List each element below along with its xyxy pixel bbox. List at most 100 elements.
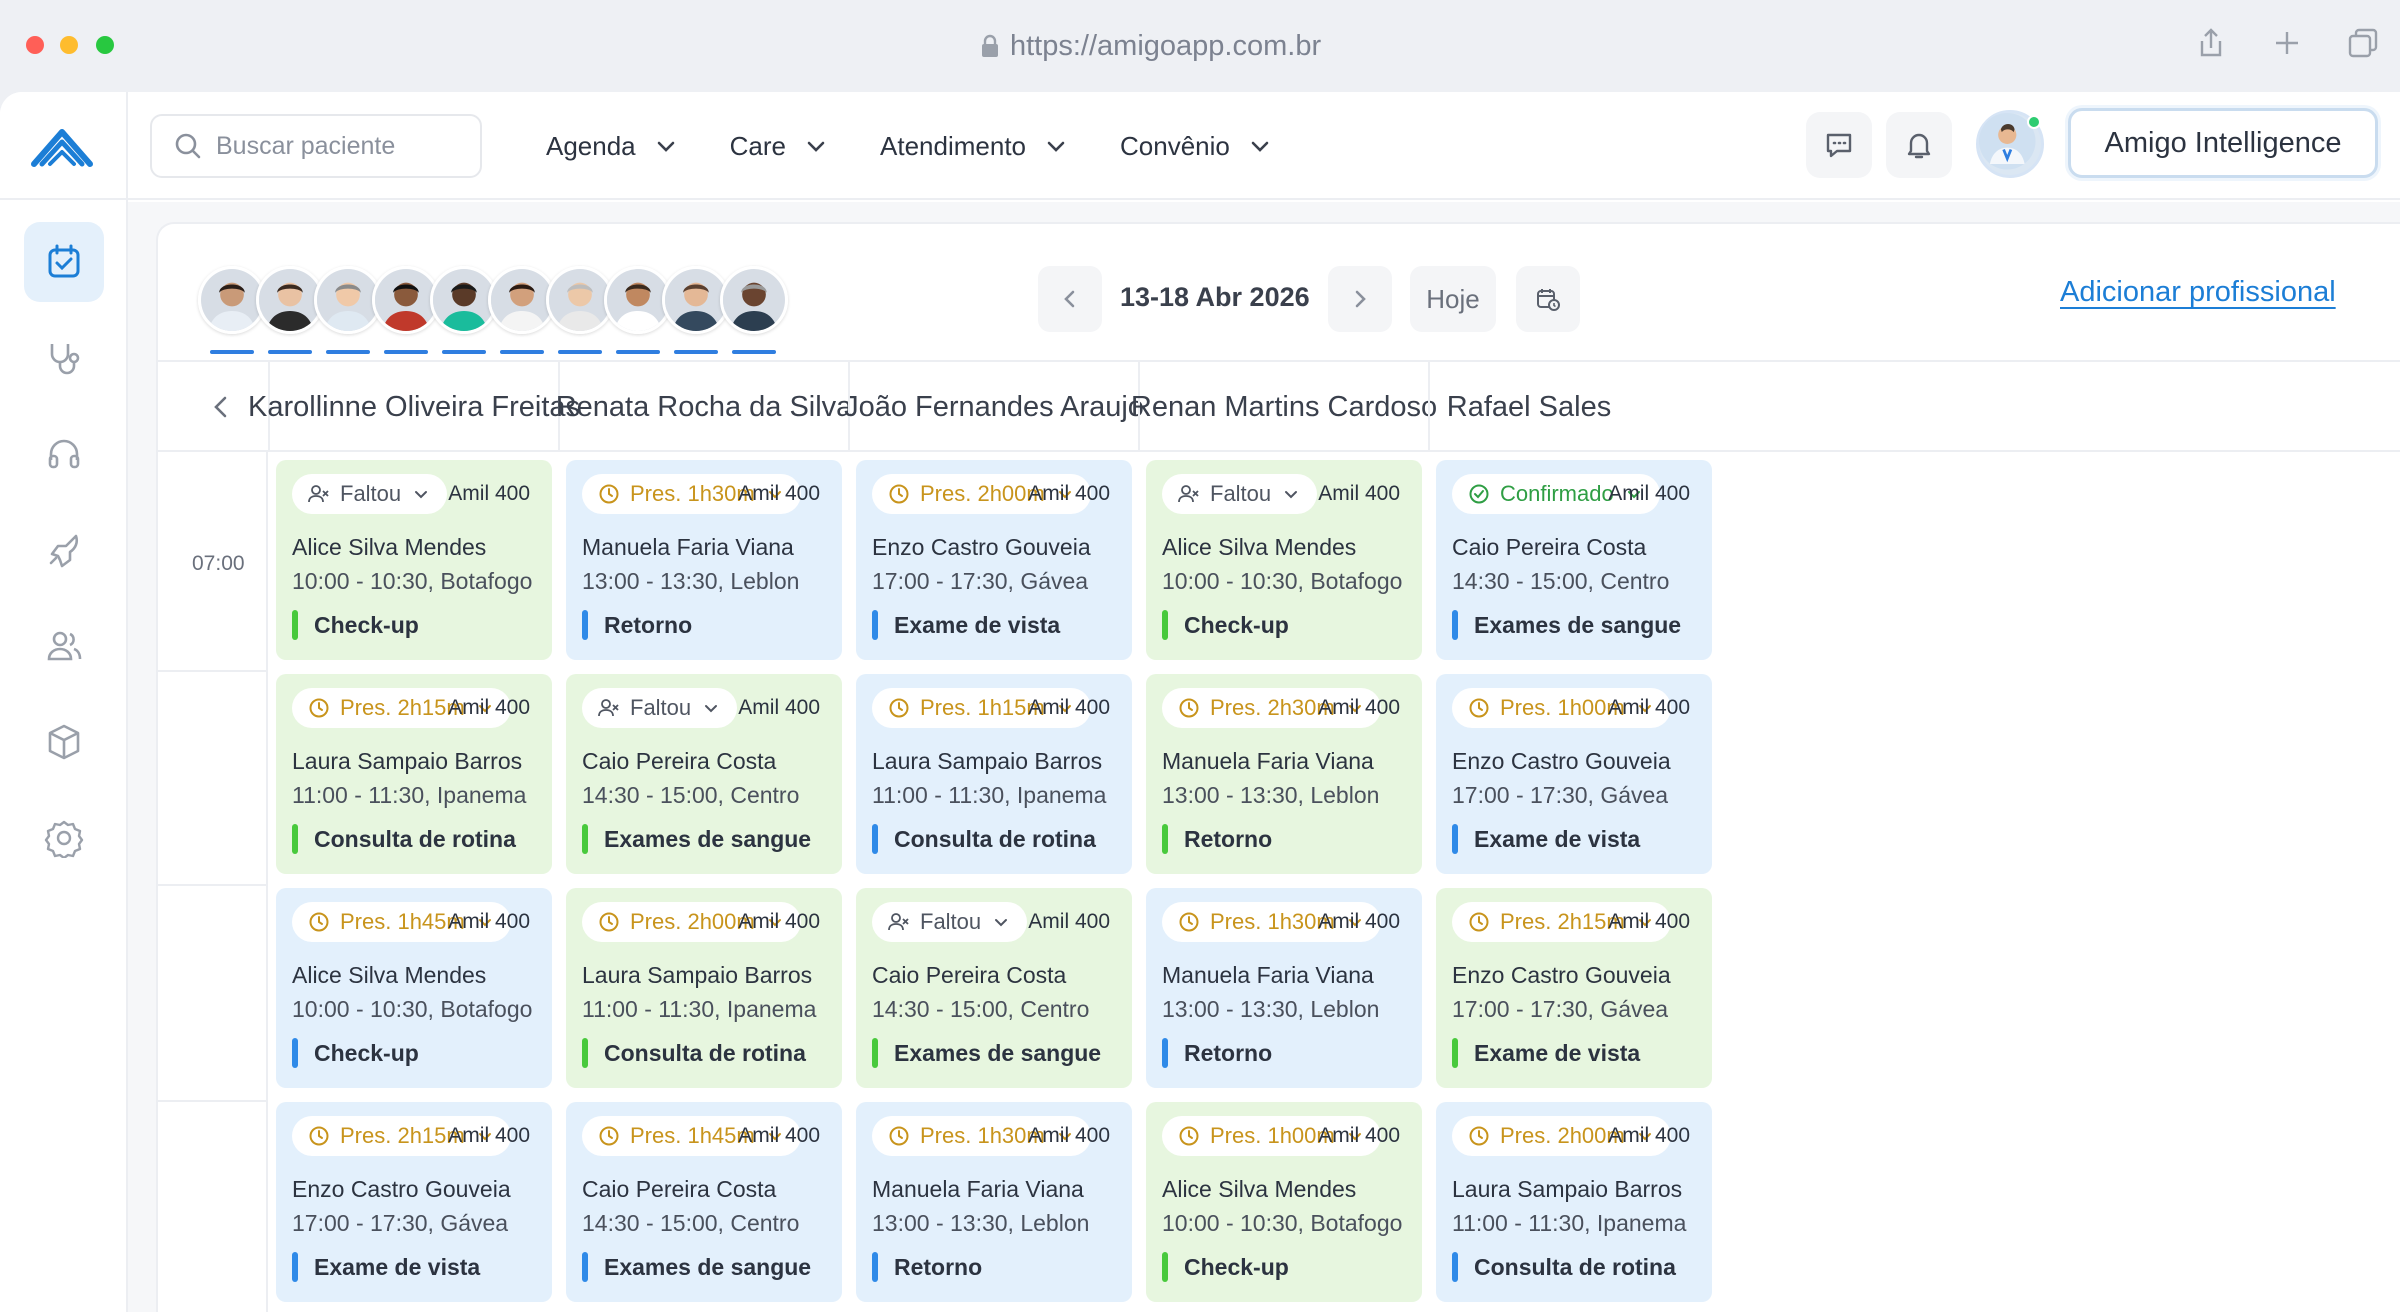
sidebar-item-marketing[interactable] bbox=[24, 510, 104, 590]
appointment-type: Consulta de rotina bbox=[292, 824, 516, 854]
maximize-window-button[interactable] bbox=[96, 36, 114, 54]
appointment-time: 14:30 - 15:00, Centro bbox=[582, 1210, 800, 1236]
appointment-card[interactable]: Pres. 1h15m Amil 400 Laura Sampaio Barros 1… bbox=[856, 674, 1132, 874]
insurance-plan: Amil 400 bbox=[1028, 696, 1110, 719]
type-indicator-bar bbox=[582, 1038, 588, 1068]
appointment-type: Exame de vista bbox=[872, 610, 1060, 640]
user-x-icon bbox=[308, 485, 329, 503]
appointment-type-label: Check-up bbox=[1184, 1253, 1289, 1280]
patient-name: Alice Silva Mendes bbox=[1162, 1176, 1357, 1202]
user-avatar[interactable] bbox=[1976, 110, 2044, 178]
tabs-icon[interactable] bbox=[2346, 26, 2380, 60]
chevron-left-icon[interactable] bbox=[208, 394, 234, 420]
appointment-card[interactable]: Faltou Amil 400 Alice Silva Mendes 10:00 - … bbox=[1146, 460, 1422, 660]
patient-name: Laura Sampaio Barros bbox=[582, 962, 813, 988]
appointment-time: 17:00 - 17:30, Gávea bbox=[1452, 782, 1669, 808]
amigo-intelligence-button[interactable]: Amigo Intelligence bbox=[2068, 108, 2378, 178]
nav-agenda[interactable]: Agenda bbox=[546, 122, 678, 170]
appointment-card[interactable]: Pres. 1h30m Amil 400 Manuela Faria Viana 13… bbox=[566, 460, 842, 660]
close-window-button[interactable] bbox=[26, 36, 44, 54]
browser-chrome: https://amigoapp.com.br bbox=[0, 0, 2400, 92]
appointment-type-label: Check-up bbox=[1184, 611, 1289, 638]
users-icon bbox=[47, 631, 82, 661]
appointment-card[interactable]: Faltou Amil 400 Alice Silva Mendes 10:00 - … bbox=[276, 460, 552, 660]
appointment-time: 13:00 - 13:30, Leblon bbox=[582, 568, 800, 594]
previous-week-button[interactable] bbox=[1038, 266, 1102, 332]
appointment-card[interactable]: Pres. 1h30m Amil 400 Manuela Faria Viana 13… bbox=[856, 1102, 1132, 1302]
appointment-card[interactable]: Pres. 2h15m Amil 400 Enzo Castro Gouveia 17… bbox=[1436, 888, 1712, 1088]
share-icon[interactable] bbox=[2194, 26, 2228, 60]
professional-avatar[interactable] bbox=[720, 266, 788, 334]
nav-convenio[interactable]: Convênio bbox=[1120, 122, 1272, 170]
appointment-card[interactable]: Faltou Amil 400 Caio Pereira Costa 14:30 - … bbox=[856, 888, 1132, 1088]
appointment-card[interactable]: Pres. 2h00m Amil 400 Laura Sampaio Barros 1… bbox=[1436, 1102, 1712, 1302]
professional-active-indicator bbox=[616, 350, 660, 354]
appointment-type-label: Retorno bbox=[1184, 1039, 1273, 1066]
professional-column-header[interactable]: Rafael Sales bbox=[1428, 362, 1628, 452]
appointment-card[interactable]: Pres. 2h15m Amil 400 Laura Sampaio Barros 1… bbox=[276, 674, 552, 874]
nav-label: Care bbox=[729, 130, 787, 161]
user-x-icon bbox=[888, 913, 909, 931]
status-label: Pres. 2h00m bbox=[920, 481, 1045, 506]
appointment-card[interactable]: Pres. 1h45m Amil 400 Alice Silva Mendes 10:… bbox=[276, 888, 552, 1088]
appointment-card[interactable]: Pres. 1h45m Amil 400 Caio Pereira Costa 14:… bbox=[566, 1102, 842, 1302]
professional-column-header[interactable]: Karollinne Oliveira Freitas bbox=[248, 362, 580, 452]
date-range-label: 13-18 Abr 2026 bbox=[1120, 282, 1310, 312]
appointment-card[interactable]: Faltou Amil 400 Caio Pereira Costa 14:30 - … bbox=[566, 674, 842, 874]
appointment-card[interactable]: Pres. 2h15m Amil 400 Enzo Castro Gouveia 17… bbox=[276, 1102, 552, 1302]
nav-atendimento[interactable]: Atendimento bbox=[880, 122, 1068, 170]
next-week-button[interactable] bbox=[1328, 266, 1392, 332]
professional-active-indicator bbox=[442, 350, 486, 354]
sidebar-item-care[interactable] bbox=[24, 318, 104, 398]
status-dropdown[interactable]: Faltou bbox=[292, 474, 448, 514]
chevron-down-icon bbox=[1251, 141, 1269, 152]
appointment-card[interactable]: Pres. 2h00m Amil 400 Laura Sampaio Barros 1… bbox=[566, 888, 842, 1088]
status-dropdown[interactable]: Faltou bbox=[582, 688, 738, 728]
type-indicator-bar bbox=[292, 1038, 298, 1068]
address-bar[interactable]: https://amigoapp.com.br bbox=[980, 28, 1321, 64]
chevron-down-icon bbox=[1047, 141, 1065, 152]
app-window: Agenda Care Atendimento Convênio bbox=[0, 92, 2400, 1312]
professional-column-header[interactable]: Renan Martins Cardoso bbox=[1131, 362, 1437, 452]
status-dropdown[interactable]: Faltou bbox=[872, 902, 1028, 942]
messages-button[interactable] bbox=[1806, 112, 1872, 178]
chevron-down-icon bbox=[657, 141, 674, 152]
appointment-card[interactable]: Confirmado Amil 400 Caio Pereira Costa 14:3… bbox=[1436, 460, 1712, 660]
sidebar-item-estoque[interactable] bbox=[24, 702, 104, 782]
new-tab-icon[interactable] bbox=[2270, 26, 2304, 60]
search-box[interactable] bbox=[150, 114, 482, 178]
calendar-picker-button[interactable] bbox=[1516, 266, 1580, 332]
appointment-card[interactable]: Pres. 1h30m Amil 400 Manuela Faria Viana 13… bbox=[1146, 888, 1422, 1088]
status-label: Pres. 2h15m bbox=[1500, 909, 1625, 934]
today-button[interactable]: Hoje bbox=[1410, 266, 1496, 332]
appointment-card[interactable]: Pres. 1h00m Amil 400 Enzo Castro Gouveia 17… bbox=[1436, 674, 1712, 874]
search-input[interactable] bbox=[216, 131, 476, 161]
appointment-time: 11:00 - 11:30, Ipanema bbox=[582, 996, 817, 1022]
status-dropdown[interactable]: Faltou bbox=[1162, 474, 1318, 514]
appointment-type: Retorno bbox=[1162, 1038, 1272, 1068]
appointment-type-label: Check-up bbox=[314, 611, 419, 638]
nav-care[interactable]: Care bbox=[730, 122, 828, 170]
insurance-plan: Amil 400 bbox=[1318, 910, 1400, 933]
insurance-plan: Amil 400 bbox=[1608, 1124, 1690, 1147]
notifications-button[interactable] bbox=[1886, 112, 1952, 178]
amigo-logo[interactable] bbox=[28, 118, 96, 178]
appointment-type-label: Consulta de rotina bbox=[604, 1039, 806, 1066]
sidebar-item-agenda[interactable] bbox=[24, 222, 104, 302]
professional-column-header[interactable]: João Fernandes Araujo bbox=[844, 362, 1144, 452]
minimize-window-button[interactable] bbox=[60, 36, 78, 54]
gear-icon bbox=[44, 820, 84, 858]
insurance-plan: Amil 400 bbox=[1608, 696, 1690, 719]
appointment-type-label: Exame de vista bbox=[314, 1253, 481, 1280]
add-professional-link[interactable]: Adicionar profissional bbox=[2060, 276, 2336, 309]
sidebar-item-configuracoes[interactable] bbox=[24, 798, 104, 878]
status-label: Pres. 1h15m bbox=[920, 695, 1045, 720]
insurance-plan: Amil 400 bbox=[738, 1124, 820, 1147]
appointment-card[interactable]: Pres. 1h00m Amil 400 Alice Silva Mendes 10:… bbox=[1146, 1102, 1422, 1302]
appointment-card[interactable]: Pres. 2h30m Amil 400 Manuela Faria Viana 13… bbox=[1146, 674, 1422, 874]
sidebar-item-usuarios[interactable] bbox=[24, 606, 104, 686]
professional-column-header[interactable]: Renata Rocha da Silva bbox=[556, 362, 852, 452]
appointment-type: Check-up bbox=[1162, 1252, 1289, 1282]
appointment-card[interactable]: Pres. 2h00m Amil 400 Enzo Castro Gouveia 17… bbox=[856, 460, 1132, 660]
sidebar-item-atendimento[interactable] bbox=[24, 414, 104, 494]
